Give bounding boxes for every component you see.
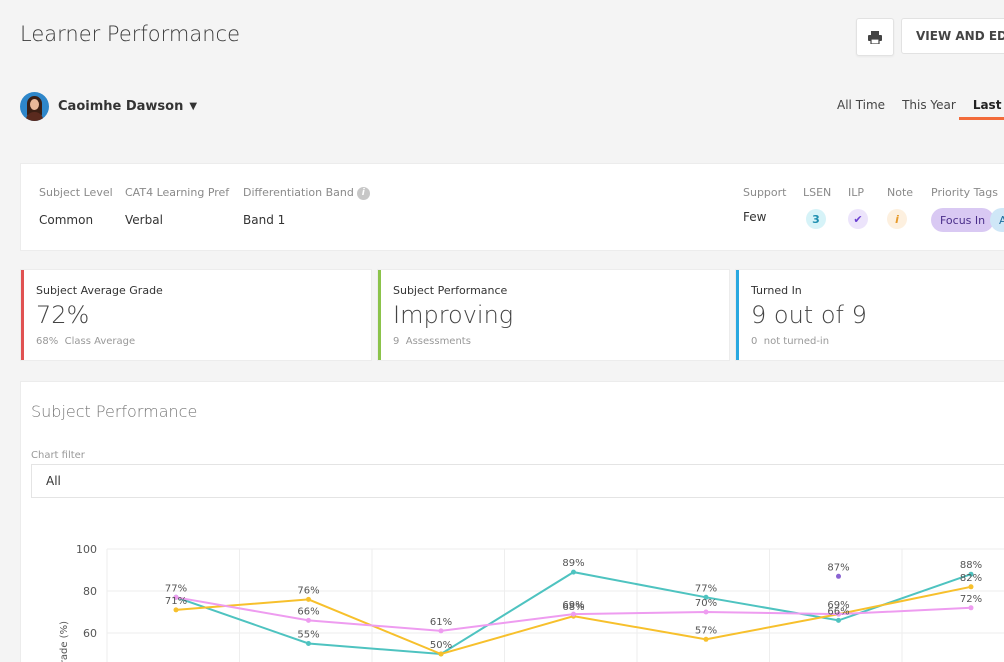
data-label: 55% <box>297 630 319 641</box>
data-label: 72% <box>960 594 982 605</box>
stat-sub-label: Class Average <box>64 336 136 347</box>
data-label: 66% <box>297 606 319 617</box>
learner-selector[interactable]: Caoimhe Dawson ▼ <box>20 92 197 121</box>
learner-name: Caoimhe Dawson <box>58 99 184 114</box>
tab-all-time[interactable]: All Time <box>837 98 885 112</box>
data-point <box>173 607 179 613</box>
stat-title: Subject Average Grade <box>36 284 163 297</box>
stat-sub-label: not turned-in <box>763 336 830 347</box>
stat-subtext: 68% Class Average <box>36 336 135 347</box>
print-icon <box>868 30 882 44</box>
data-label: 76% <box>297 585 319 596</box>
stat-accent-bar <box>21 270 24 360</box>
stat-subtext: 0 not turned-in <box>751 336 829 347</box>
tab-this-year[interactable]: This Year <box>902 98 956 112</box>
data-label: 77% <box>165 583 187 594</box>
stat-value: 72% <box>36 301 90 329</box>
stat-sub-label: Assessments <box>405 336 471 347</box>
stat-accent-bar <box>378 270 381 360</box>
cat4-label: CAT4 Learning Pref <box>125 186 230 199</box>
ilp-label: ILP <box>848 186 865 199</box>
support-label: Support <box>743 186 787 199</box>
data-point <box>836 617 841 623</box>
data-label: 87% <box>827 562 849 573</box>
ilp-check-icon[interactable]: ✔ <box>848 209 868 229</box>
priority-tag-second[interactable]: A <box>990 208 1004 232</box>
data-label: 57% <box>695 625 717 636</box>
data-point <box>836 573 841 579</box>
view-and-edit-button[interactable]: VIEW AND EDIT <box>901 18 1004 54</box>
caret-down-icon: ▼ <box>189 101 198 112</box>
stat-title: Subject Performance <box>393 284 508 297</box>
data-point <box>571 569 576 575</box>
stat-value: Improving <box>393 301 514 329</box>
data-label: 88% <box>960 560 982 571</box>
note-info-icon[interactable]: i <box>887 209 907 229</box>
stat-accent-bar <box>736 270 739 360</box>
section-title: Subject Performance <box>31 402 198 421</box>
y-tick-label: 100 <box>76 543 97 556</box>
y-axis-label: Grade (%) <box>59 621 70 662</box>
lsen-badge[interactable]: 3 <box>806 209 826 229</box>
cat4-value: Verbal <box>125 213 163 227</box>
y-tick-label: 60 <box>83 627 97 640</box>
info-icon[interactable]: i <box>356 186 370 200</box>
data-label: 89% <box>562 558 584 569</box>
data-label: 66% <box>827 606 849 617</box>
data-point <box>968 584 974 590</box>
subject-level-label: Subject Level <box>39 186 113 199</box>
stat-sub-value: 0 <box>751 336 758 347</box>
stat-sub-value: 9 <box>393 336 400 347</box>
data-label: 68% <box>562 602 584 613</box>
stat-card-average-grade: Subject Average Grade 72% 68% Class Aver… <box>20 269 372 361</box>
print-button[interactable] <box>856 18 894 56</box>
data-label: 71% <box>165 596 187 607</box>
y-tick-label: 80 <box>83 585 97 598</box>
chart-filter-value: All <box>46 474 61 488</box>
chart-filter-select[interactable]: All <box>31 464 1004 498</box>
support-value: Few <box>743 210 767 224</box>
tab-last-year[interactable]: Last Year <box>973 98 1004 112</box>
data-point <box>438 651 444 657</box>
data-point <box>703 636 709 642</box>
data-point <box>306 596 311 602</box>
data-label: 61% <box>430 617 452 628</box>
data-label: 82% <box>960 573 982 584</box>
performance-chart: 60 80 100 Grade (%) 77% 71% 76% 66% 55% 61% 50% 89%… <box>59 543 1004 662</box>
page: Learner Performance VIEW AND EDIT Caoimh… <box>0 0 1004 662</box>
series-line <box>175 585 972 656</box>
data-point <box>306 641 311 646</box>
stat-value: 9 out of 9 <box>751 301 867 329</box>
avatar <box>20 92 49 121</box>
data-label: 77% <box>695 583 717 594</box>
priority-tags-label: Priority Tags <box>931 186 998 199</box>
stat-card-turned-in: Turned In 9 out of 9 0 not turned-in <box>735 269 1004 361</box>
differentiation-band-text: Differentiation Band <box>243 186 354 199</box>
lsen-label: LSEN <box>803 186 832 199</box>
priority-tag-focus-in[interactable]: Focus In <box>931 208 995 232</box>
data-point <box>306 617 311 623</box>
page-title: Learner Performance <box>20 22 240 46</box>
data-label: 70% <box>695 598 717 609</box>
active-tab-indicator <box>959 117 1004 120</box>
data-label: 50% <box>430 640 452 651</box>
differentiation-band-label: Differentiation Band i <box>243 186 370 200</box>
subject-level-value: Common <box>39 213 94 227</box>
stat-title: Turned In <box>751 284 802 297</box>
subject-performance-card: Subject Performance Chart filter All 60 8… <box>20 381 1004 662</box>
chart-filter-label: Chart filter <box>31 450 85 461</box>
stat-sub-value: 68% <box>36 336 59 347</box>
data-point <box>703 609 709 615</box>
learner-info-card: Subject Level Common CAT4 Learning Pref … <box>20 163 1004 251</box>
stat-card-subject-performance: Subject Performance Improving 9 Assessme… <box>377 269 730 361</box>
data-point <box>968 605 974 611</box>
stat-subtext: 9 Assessments <box>393 336 471 347</box>
data-point <box>438 628 444 634</box>
note-label: Note <box>887 186 914 199</box>
differentiation-band-value: Band 1 <box>243 213 286 227</box>
date-range-tabs: All Time This Year Last Year <box>837 98 1004 112</box>
